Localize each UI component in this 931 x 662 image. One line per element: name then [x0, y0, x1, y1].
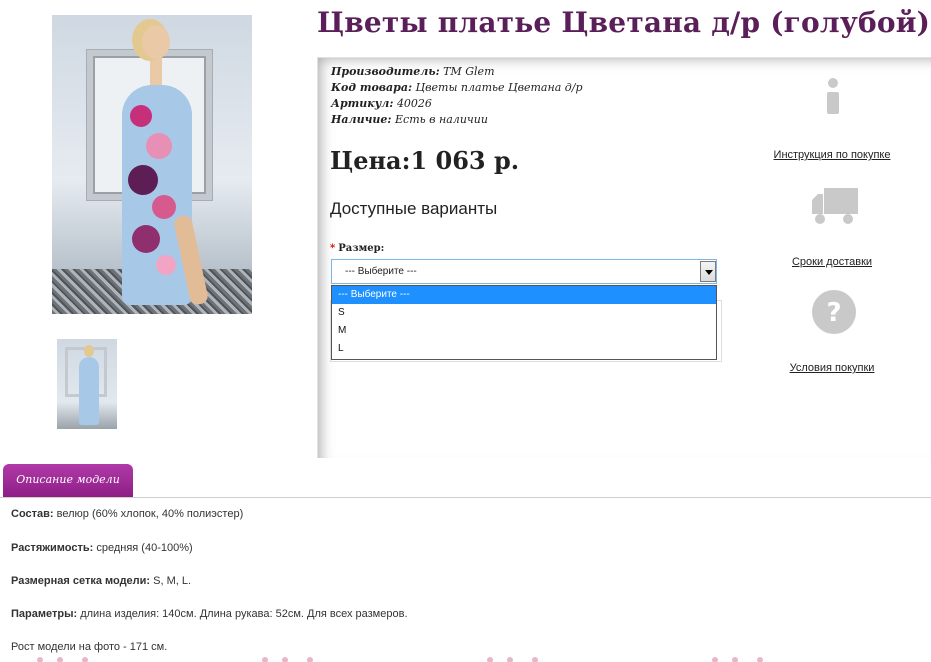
size-select[interactable]: --- Выберите --- [331, 259, 717, 284]
chevron-down-icon[interactable] [700, 261, 716, 282]
product-info-panel: Производитель: TM Glem Код товара: Цветы… [317, 57, 931, 458]
meta-article: Артикул: 40026 [331, 97, 432, 110]
size-option[interactable]: --- Выберите --- [332, 286, 716, 304]
info-icon [827, 78, 839, 114]
svg-text:?: ? [826, 298, 841, 328]
decorative-flowers [712, 657, 763, 662]
desc-composition: Состав: велюр (60% хлопок, 40% полиэстер… [11, 508, 244, 520]
product-price: Цена:1 063 р. [330, 146, 520, 175]
purchase-instructions-link[interactable]: Инструкция по покупке [767, 149, 897, 161]
desc-parameters: Параметры: длина изделия: 140см. Длина р… [11, 608, 408, 620]
purchase-terms-link[interactable]: Условия покупки [767, 362, 897, 374]
truck-icon [812, 188, 858, 224]
model-dress [122, 85, 192, 305]
tab-divider [0, 497, 931, 498]
product-meta: Производитель: TM Glem Код товара: Цветы… [331, 64, 583, 128]
desc-model-height: Рост модели на фото - 171 см. [11, 641, 168, 653]
variants-heading: Доступные варианты [330, 199, 498, 218]
decorative-flowers [262, 657, 313, 662]
size-option[interactable]: L [332, 340, 716, 358]
meta-availability: Наличие: Есть в наличии [331, 113, 488, 126]
size-dropdown[interactable]: --- Выберите --- S M L [331, 285, 717, 360]
desc-size-range: Размерная сетка модели: S, M, L. [11, 575, 192, 587]
size-label: * Размер: [330, 243, 385, 254]
product-title: Цветы платье Цветана д/р (голубой) [317, 6, 931, 39]
product-main-image[interactable] [52, 15, 252, 314]
question-icon: ? [812, 290, 856, 334]
product-thumbnail[interactable] [57, 339, 117, 429]
model-head [142, 25, 170, 59]
decorative-flowers [37, 657, 88, 662]
meta-manufacturer: Производитель: TM Glem [331, 65, 495, 78]
tab-description[interactable]: Описание модели [3, 464, 133, 497]
meta-code: Код товара: Цветы платье Цветана д/р [331, 81, 583, 94]
size-option[interactable]: M [332, 322, 716, 340]
decorative-flowers [487, 657, 538, 662]
delivery-terms-link[interactable]: Сроки доставки [767, 256, 897, 268]
desc-stretch: Растяжимость: средняя (40-100%) [11, 542, 193, 554]
size-option[interactable]: S [332, 304, 716, 322]
